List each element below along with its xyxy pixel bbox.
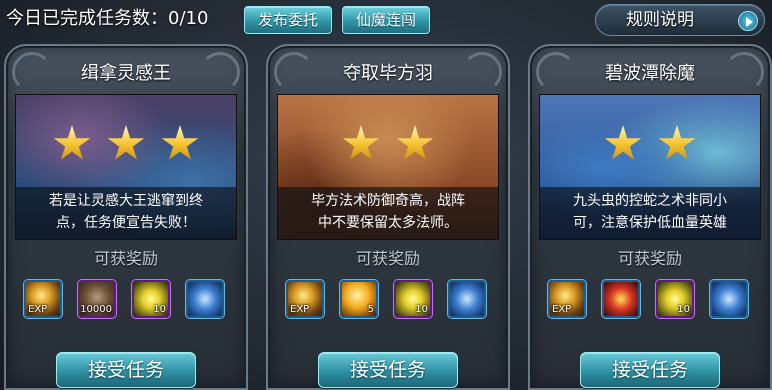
star-rating [540,125,760,167]
reward-text: EXP [290,304,310,315]
reward-count: 5 [367,304,374,315]
reward-exp[interactable]: EXP [24,280,62,318]
accept-quest-button[interactable]: 接受任务 [318,352,458,388]
quest-title: 碧波潭除魔 [605,63,695,84]
star-icon [604,125,642,160]
star-icon [396,125,434,160]
quest-title: 缉拿灵感王 [81,63,171,84]
quest-description: 毕方法术防御奇高，战阵 中不要保留太多法师。 [278,187,498,239]
star-icon [161,125,199,160]
star-rating [16,125,236,167]
reward-exp[interactable]: EXP [548,280,586,318]
star-rating [278,125,498,167]
reward-mystery[interactable] [602,280,640,318]
reward-text: EXP [28,304,48,315]
quest-description: 若是让灵感大王逃窜到终 点，任务便宣告失败！ [16,187,236,239]
blue-shield-icon [450,282,484,316]
reward-text: EXP [552,304,572,315]
reward-gold-ore[interactable]: 10 [132,280,170,318]
reward-exp[interactable]: EXP [286,280,324,318]
reward-treasure-box[interactable]: 10000 [78,280,116,318]
daily-progress-value: 0/10 [168,8,209,29]
reward-label: 可获奖励 [355,249,420,268]
blue-shield-icon [188,282,222,316]
reward-blue-shield[interactable] [448,280,486,318]
reward-gold-coin[interactable]: 5 [340,280,378,318]
quest-card-3: 碧波潭除魔 九头虫的控蛇之术非同小 可，注意保护低血量英雄 可获奖励 EXP 1… [528,44,772,390]
publish-commission-button[interactable]: 发布委托 [244,6,332,34]
star-icon [342,125,380,160]
quest-scene-image: 九头虫的控蛇之术非同小 可，注意保护低血量英雄 [539,94,761,240]
rules-button[interactable]: 规则说明 [595,4,765,36]
reward-list: EXP 5 10 [282,280,498,322]
reward-count: 10 [677,304,690,315]
quest-description-line: 若是让灵感大王逃窜到终 [49,193,203,209]
quest-description: 九头虫的控蛇之术非同小 可，注意保护低血量英雄 [540,187,760,239]
star-icon [658,125,696,160]
reward-blue-shield[interactable] [710,280,748,318]
reward-list: EXP 10000 10 [20,280,236,322]
reward-blue-shield[interactable] [186,280,224,318]
quest-description-line: 点，任务便宣告失败！ [56,215,196,231]
reward-gold-ore[interactable]: 10 [394,280,432,318]
quest-scene-image: 若是让灵感大王逃窜到终 点，任务便宣告失败！ [15,94,237,240]
question-mark-icon [604,282,638,316]
quest-description-line: 毕方法术防御奇高，战阵 [311,193,465,209]
reward-list: EXP 10 [544,280,760,322]
immortal-demon-challenge-button[interactable]: 仙魔连闯 [342,6,430,34]
quest-description-line: 九头虫的控蛇之术非同小 [573,193,727,209]
reward-label: 可获奖励 [93,249,158,268]
play-arrow-icon [738,11,758,31]
reward-gold-ore[interactable]: 10 [656,280,694,318]
accept-quest-button[interactable]: 接受任务 [56,352,196,388]
blue-shield-icon [712,282,746,316]
quest-scene-image: 毕方法术防御奇高，战阵 中不要保留太多法师。 [277,94,499,240]
quest-description-line: 中不要保留太多法师。 [318,215,458,231]
daily-progress-label: 今日已完成任务数： [6,8,168,29]
reward-count: 10 [153,304,166,315]
quest-title: 夺取毕方羽 [343,63,433,84]
quest-description-line: 可，注意保护低血量英雄 [573,215,727,231]
reward-count: 10000 [80,304,112,315]
star-icon [107,125,145,160]
quest-card-1: 缉拿灵感王 若是让灵感大王逃窜到终 点，任务便宣告失败！ 可获奖励 EXP 10… [4,44,248,390]
quest-card-2: 夺取毕方羽 毕方法术防御奇高，战阵 中不要保留太多法师。 可获奖励 EXP 5 … [266,44,510,390]
star-icon [53,125,91,160]
top-bar: 今日已完成任务数：0/10 发布委托 仙魔连闯 规则说明 [0,0,772,40]
rules-button-label: 规则说明 [626,10,694,30]
accept-quest-button[interactable]: 接受任务 [580,352,720,388]
reward-count: 10 [415,304,428,315]
daily-progress: 今日已完成任务数：0/10 [6,7,208,31]
reward-label: 可获奖励 [617,249,682,268]
